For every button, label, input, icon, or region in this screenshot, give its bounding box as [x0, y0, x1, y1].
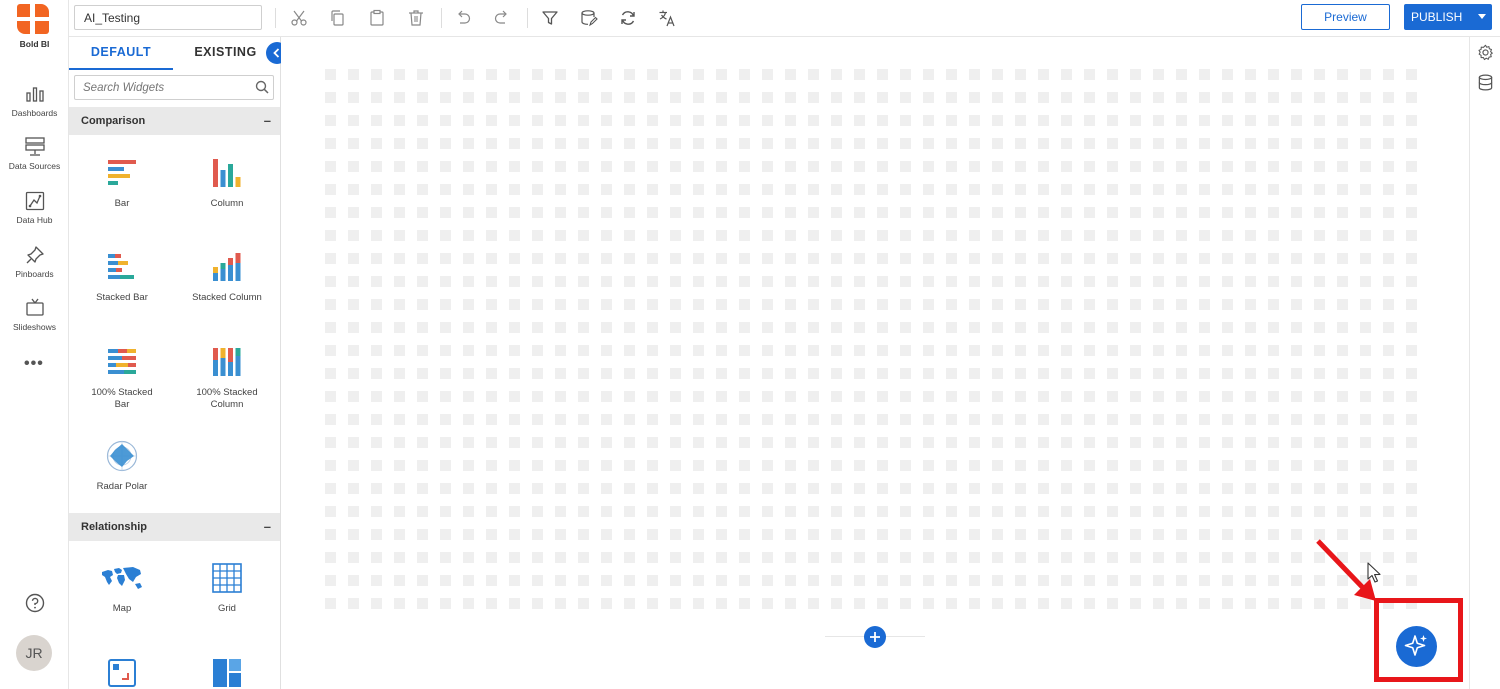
- nav-label-slideshows: Slideshows: [13, 322, 56, 332]
- database-icon[interactable]: [1477, 74, 1494, 91]
- undo-icon[interactable]: [454, 9, 472, 27]
- stacked-bar-icon: [108, 254, 134, 279]
- refresh-icon[interactable]: [619, 9, 637, 27]
- widget-column[interactable]: Column: [175, 157, 279, 210]
- widget-treemap-partial[interactable]: [175, 657, 279, 689]
- mouse-cursor-icon: [1367, 562, 1381, 583]
- nav-item-slideshows[interactable]: Slideshows: [0, 298, 69, 346]
- widget-100-stacked-column[interactable]: 100% Stacked Column: [175, 346, 279, 410]
- widget-stacked-column[interactable]: Stacked Column: [175, 251, 279, 304]
- nav-item-data-hub[interactable]: Data Hub: [0, 191, 69, 239]
- widget-label: Radar Polar: [96, 481, 148, 492]
- cut-icon[interactable]: [290, 9, 308, 27]
- copy-icon[interactable]: [329, 9, 347, 27]
- add-widget-button[interactable]: [864, 626, 886, 648]
- nav-item-dashboards[interactable]: Dashboards: [0, 84, 69, 132]
- filter-icon[interactable]: [541, 9, 559, 27]
- plus-icon: [870, 632, 880, 642]
- collapse-icon[interactable]: –: [264, 513, 271, 541]
- collapse-icon[interactable]: –: [264, 107, 271, 135]
- publish-dropdown-icon[interactable]: [1478, 14, 1486, 19]
- data-hub-icon: [25, 191, 44, 211]
- dashboard-name-input[interactable]: [74, 5, 262, 30]
- tab-default[interactable]: DEFAULT: [69, 37, 173, 70]
- more-options-icon[interactable]: •••: [24, 355, 44, 373]
- section-header-comparison[interactable]: Comparison –: [69, 107, 280, 135]
- toolbar-divider: [527, 8, 528, 28]
- nav-label-dashboards: Dashboards: [11, 108, 58, 118]
- widget-100-stacked-bar[interactable]: 100% Stacked Bar: [70, 346, 174, 410]
- widget-grid[interactable]: Grid: [175, 562, 279, 615]
- 100-stacked-bar-icon: [108, 349, 136, 374]
- 100-stacked-column-icon: [213, 348, 241, 376]
- bar-chart-icon: [108, 160, 136, 185]
- nav-item-data-sources[interactable]: Data Sources: [0, 137, 69, 185]
- widget-map[interactable]: Map: [70, 562, 174, 615]
- section-title: Comparison: [81, 115, 146, 127]
- nav-label-data-hub: Data Hub: [16, 215, 53, 225]
- nav-label-data-sources: Data Sources: [8, 161, 61, 171]
- user-avatar[interactable]: JR: [16, 635, 52, 671]
- widget-search-input[interactable]: [74, 75, 274, 100]
- search-icon[interactable]: [255, 80, 269, 94]
- pinboards-icon: [26, 246, 44, 264]
- bold-bi-logo[interactable]: [17, 4, 49, 34]
- toolbar-divider: [441, 8, 442, 28]
- logo-text: Bold BI: [19, 39, 50, 49]
- left-nav: Bold BI Dashboards Data Sources Data Hub…: [0, 0, 69, 689]
- widget-pivot-partial[interactable]: [70, 657, 174, 689]
- widget-label: Map: [112, 603, 132, 614]
- toolbar-divider: [275, 8, 276, 28]
- section-title: Relationship: [81, 521, 148, 533]
- widget-label: Grid: [218, 603, 236, 614]
- right-rail: [1469, 37, 1500, 689]
- nav-label-pinboards: Pinboards: [15, 269, 54, 279]
- widget-label: 100% Stacked Column: [196, 387, 258, 410]
- nav-item-pinboards[interactable]: Pinboards: [0, 245, 69, 293]
- delete-icon[interactable]: [407, 9, 425, 27]
- app-root: Bold BI Dashboards Data Sources Data Hub…: [0, 0, 1500, 689]
- stacked-column-icon: [213, 253, 241, 281]
- treemap-icon: [213, 659, 241, 687]
- pivot-grid-icon: [108, 659, 136, 687]
- grid-icon: [212, 563, 242, 593]
- column-chart-icon: [213, 159, 241, 187]
- widget-stacked-bar[interactable]: Stacked Bar: [70, 251, 174, 304]
- canvas-dot-grid: [325, 69, 1429, 615]
- widget-bar[interactable]: Bar: [70, 157, 174, 210]
- redo-icon[interactable]: [493, 9, 511, 27]
- dashboards-icon: [25, 87, 44, 102]
- data-sources-icon: [24, 137, 45, 156]
- top-toolbar: Preview PUBLISH: [69, 0, 1500, 37]
- widget-label: Column: [210, 198, 244, 209]
- widget-label: Bar: [114, 198, 130, 209]
- help-icon[interactable]: [25, 593, 45, 613]
- tab-existing[interactable]: EXISTING: [173, 37, 278, 70]
- widget-panel: DEFAULT EXISTING Comparison – Bar: [69, 37, 281, 689]
- section-header-relationship[interactable]: Relationship –: [69, 513, 280, 541]
- map-icon: [102, 567, 142, 589]
- dashboard-canvas[interactable]: [281, 37, 1469, 689]
- slideshows-icon: [25, 298, 44, 316]
- paste-icon[interactable]: [368, 9, 386, 27]
- widget-label: Stacked Column: [192, 292, 262, 303]
- preview-button[interactable]: Preview: [1301, 4, 1390, 30]
- widget-label: Stacked Bar: [96, 292, 148, 303]
- widget-radar-polar[interactable]: Radar Polar: [70, 440, 174, 493]
- widget-label: 100% Stacked Bar: [91, 387, 153, 410]
- settings-gear-icon[interactable]: [1477, 44, 1494, 61]
- radar-polar-icon: [106, 440, 138, 472]
- data-source-edit-icon[interactable]: [580, 9, 598, 27]
- translate-icon[interactable]: [658, 9, 676, 27]
- publish-label: PUBLISH: [1411, 10, 1463, 24]
